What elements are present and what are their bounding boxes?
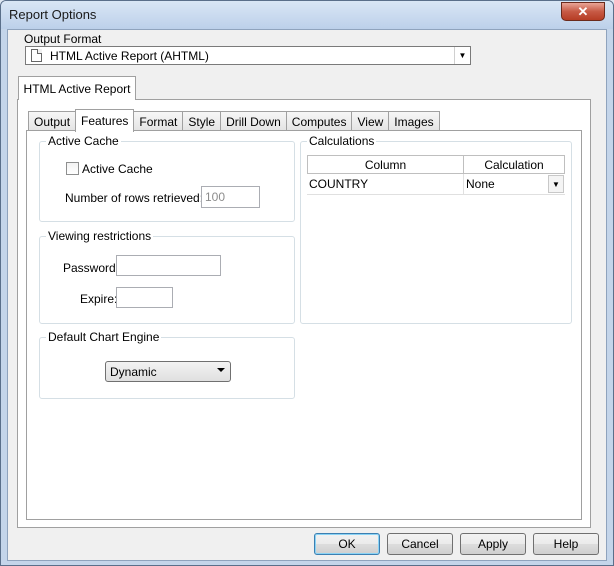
calculations-group: Calculations Column Calculation COUNTRY … <box>300 134 572 324</box>
tab-format[interactable]: Format <box>133 111 184 131</box>
output-format-value: HTML Active Report (AHTML) <box>50 49 209 63</box>
ok-label: OK <box>338 537 356 551</box>
chevron-down-icon[interactable]: ▼ <box>454 47 470 64</box>
tab-label: Style <box>188 114 216 129</box>
tab-view[interactable]: View <box>351 111 390 131</box>
active-cache-checkbox-label: Active Cache <box>82 162 153 176</box>
features-panel: Active Cache Active Cache Number of rows… <box>26 130 582 520</box>
cell-column: COUNTRY <box>307 174 464 195</box>
window-title: Report Options <box>9 7 97 22</box>
expire-label: Expire: <box>80 292 118 306</box>
cell-calculation[interactable]: None ▼ <box>464 174 565 195</box>
document-icon <box>31 49 42 62</box>
password-input[interactable] <box>116 255 221 276</box>
tab-label: View <box>357 114 384 129</box>
chart-engine-title: Default Chart Engine <box>46 330 162 344</box>
tab-computes[interactable]: Computes <box>285 111 353 131</box>
output-format-select[interactable]: HTML Active Report (AHTML) ▼ <box>25 46 471 65</box>
calculations-grid: Column Calculation COUNTRY None ▼ <box>307 155 565 197</box>
tab-label: Output <box>34 114 71 129</box>
active-cache-title: Active Cache <box>46 134 121 148</box>
cancel-button[interactable]: Cancel <box>387 533 453 555</box>
tab-label: Format <box>139 114 178 129</box>
rows-retrieved-label: Number of rows retrieved: <box>65 191 204 205</box>
tab-label: HTML Active Report <box>23 81 131 96</box>
close-button[interactable]: ✕ <box>561 2 605 21</box>
viewing-restrictions-group: Viewing restrictions Password: Expire: <box>39 229 295 324</box>
chevron-down-icon <box>217 368 225 372</box>
help-button[interactable]: Help <box>533 533 599 555</box>
feature-tabs: Output Features Format Style Drill Down … <box>28 109 440 132</box>
html-active-report-panel: Output Features Format Style Drill Down … <box>17 99 591 528</box>
chevron-down-icon[interactable]: ▼ <box>548 175 564 193</box>
rows-retrieved-input[interactable]: 100 <box>201 186 260 208</box>
tab-style[interactable]: Style <box>182 111 222 131</box>
rows-retrieved-value: 100 <box>205 190 226 204</box>
tab-label: Features <box>81 114 129 128</box>
apply-button[interactable]: Apply <box>460 533 526 555</box>
tab-html-active-report[interactable]: HTML Active Report <box>18 76 136 100</box>
cancel-label: Cancel <box>401 537 439 551</box>
report-options-window: Report Options ✕ Output Format HTML Acti… <box>0 0 614 566</box>
chart-engine-group: Default Chart Engine Dynamic <box>39 330 295 399</box>
password-label: Password: <box>63 261 120 275</box>
expire-input[interactable] <box>116 287 173 308</box>
tab-drill-down[interactable]: Drill Down <box>220 111 287 131</box>
active-cache-checkbox[interactable] <box>66 162 79 175</box>
calculations-title: Calculations <box>307 134 377 148</box>
close-icon: ✕ <box>577 3 589 19</box>
chart-engine-value: Dynamic <box>110 364 157 379</box>
apply-label: Apply <box>477 537 509 551</box>
ok-button[interactable]: OK <box>314 533 380 555</box>
column-header-column[interactable]: Column <box>307 155 464 174</box>
chart-engine-select[interactable]: Dynamic <box>105 361 231 382</box>
tab-label: Drill Down <box>226 114 281 129</box>
tab-images[interactable]: Images <box>388 111 440 131</box>
tab-label: Images <box>394 114 434 129</box>
column-header-calculation[interactable]: Calculation <box>464 155 565 174</box>
title-bar[interactable]: Report Options ✕ <box>1 1 613 29</box>
cell-calculation-value: None <box>466 177 495 191</box>
active-cache-group: Active Cache Active Cache Number of rows… <box>39 134 295 222</box>
grid-header: Column Calculation <box>307 155 565 174</box>
tab-features[interactable]: Features <box>75 109 135 132</box>
dialog-body: Output Format HTML Active Report (AHTML)… <box>7 29 607 561</box>
output-format-label: Output Format <box>24 32 102 46</box>
tab-output[interactable]: Output <box>28 111 77 131</box>
viewing-restrictions-title: Viewing restrictions <box>46 229 154 243</box>
tab-label: Computes <box>291 114 347 129</box>
help-label: Help <box>553 537 579 551</box>
table-row[interactable]: COUNTRY None ▼ <box>307 174 565 195</box>
